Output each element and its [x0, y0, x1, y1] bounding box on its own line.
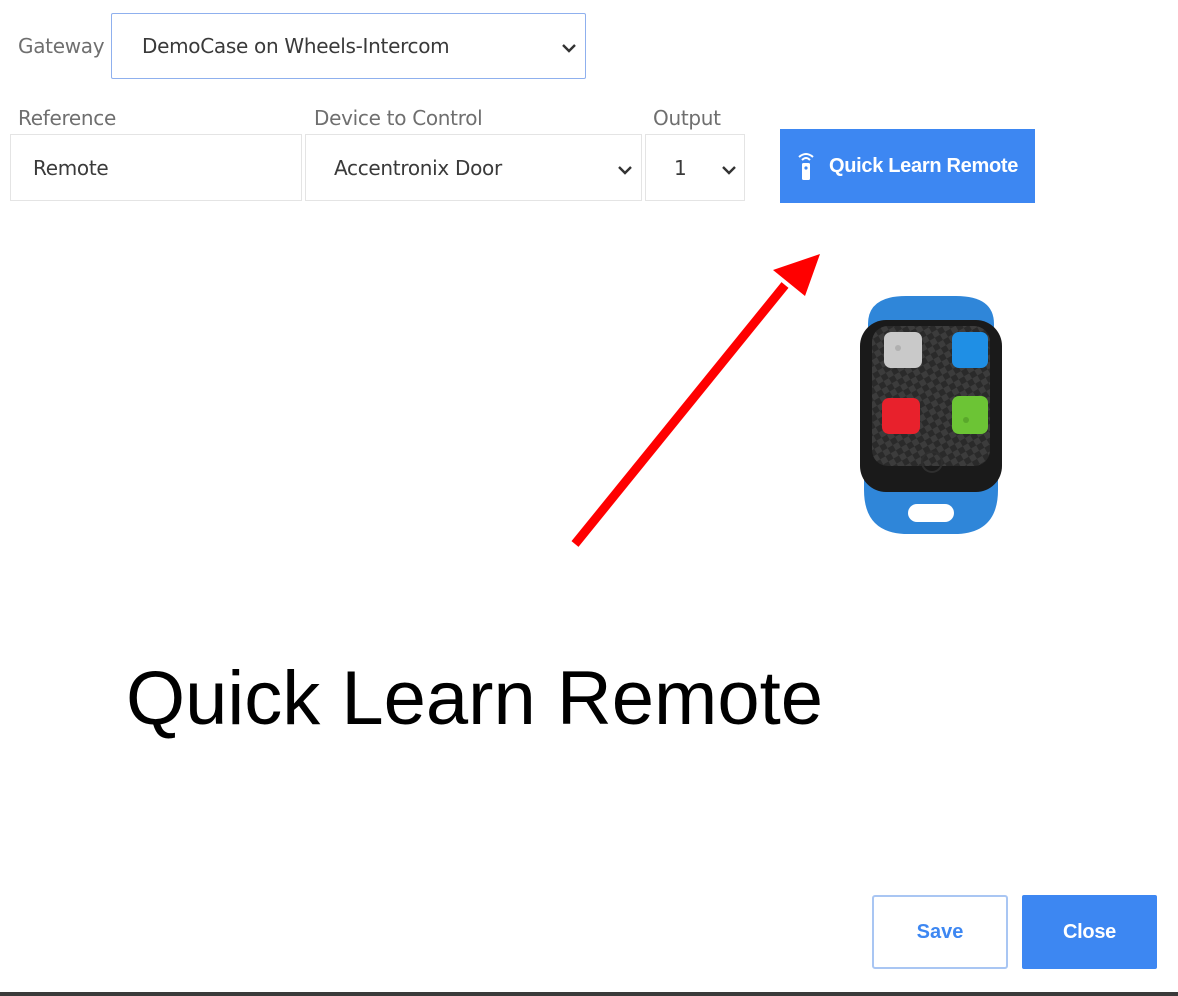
device-to-control-label: Device to Control	[314, 106, 483, 130]
output-label: Output	[653, 106, 721, 130]
annotation-caption: Quick Learn Remote	[126, 656, 823, 741]
gateway-select[interactable]: DemoCase on Wheels-Intercom	[111, 13, 586, 79]
annotation-arrow	[571, 254, 820, 547]
quick-learn-remote-button[interactable]: Quick Learn Remote	[780, 129, 1035, 203]
quick-learn-dialog: Gateway DemoCase on Wheels-Intercom Refe…	[0, 0, 1178, 996]
reference-label: Reference	[18, 106, 117, 130]
gateway-select-value: DemoCase on Wheels-Intercom	[142, 34, 450, 58]
device-to-control-select[interactable]: Accentronix Door	[305, 134, 642, 201]
gateway-label: Gateway	[18, 34, 105, 58]
device-to-control-value: Accentronix Door	[334, 155, 502, 180]
quick-learn-remote-label: Quick Learn Remote	[828, 154, 1019, 177]
bottom-border	[0, 992, 1178, 996]
chevron-down-icon	[722, 166, 736, 175]
reference-input-value: Remote	[33, 155, 109, 180]
output-select[interactable]: 1	[645, 134, 745, 201]
chevron-down-icon	[562, 44, 576, 53]
output-select-value: 1	[674, 155, 687, 180]
chevron-down-icon	[618, 166, 632, 175]
remote-signal-icon	[798, 153, 814, 180]
reference-input[interactable]: Remote	[10, 134, 302, 201]
remote-control-image	[860, 296, 1002, 534]
save-button[interactable]: Save	[872, 895, 1008, 969]
close-button[interactable]: Close	[1022, 895, 1157, 969]
